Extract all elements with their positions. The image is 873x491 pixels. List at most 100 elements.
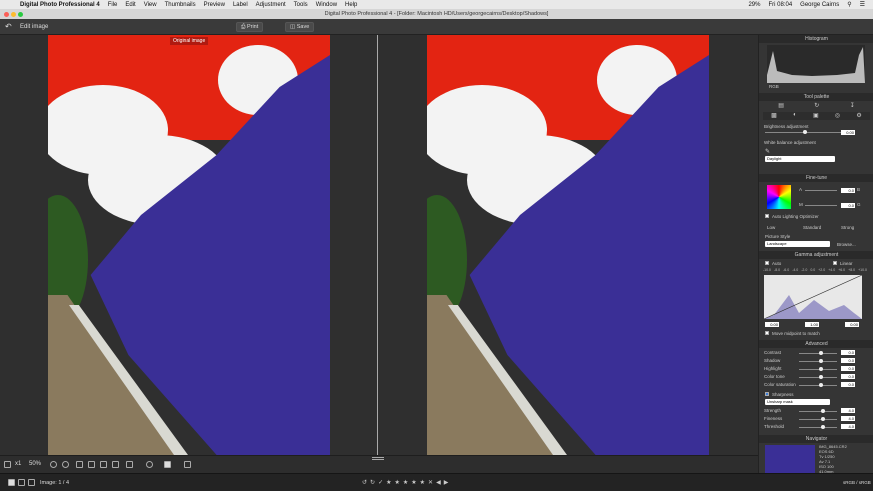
reject-icon[interactable]: ✕ xyxy=(428,479,433,486)
adv-row-knob[interactable] xyxy=(819,367,823,371)
sharp-row-knob[interactable] xyxy=(821,417,825,421)
single-view-icon[interactable] xyxy=(8,479,15,486)
eyedropper-icon[interactable]: ✎ xyxy=(765,148,770,155)
brightness-value[interactable]: 0.00 xyxy=(841,130,855,135)
menu-view[interactable]: View xyxy=(144,2,157,8)
adv-row-knob[interactable] xyxy=(819,351,823,355)
zoom-window-icon[interactable] xyxy=(18,12,23,17)
back-arrow-icon[interactable]: ↶ xyxy=(5,22,12,31)
color-wheel[interactable] xyxy=(767,185,791,209)
menu-list-icon[interactable]: ☰ xyxy=(860,1,865,8)
tool-palette-header[interactable]: Tool palette xyxy=(759,93,873,101)
zoom-out-icon[interactable] xyxy=(50,461,57,468)
adv-row-value[interactable]: 0.0 xyxy=(841,358,855,363)
histogram-channel[interactable]: RGB xyxy=(769,84,779,89)
sharp-row-knob[interactable] xyxy=(821,425,825,429)
brightness-knob[interactable] xyxy=(803,130,807,134)
x1-button[interactable]: x1 xyxy=(15,461,21,467)
histogram-header[interactable]: Histogram xyxy=(759,35,873,43)
clock[interactable]: Fri 08:04 xyxy=(768,2,792,8)
edited-image[interactable] xyxy=(427,35,709,455)
next-image-icon[interactable]: ▶ xyxy=(444,479,449,486)
rotate-left-icon[interactable]: ↺ xyxy=(362,479,367,486)
unsharp-select[interactable]: Unsharp mask xyxy=(765,399,830,405)
alo-standard[interactable]: Standard xyxy=(803,225,821,230)
adv-row-slider[interactable] xyxy=(799,385,837,386)
sync-icon[interactable] xyxy=(146,461,153,468)
adv-row-knob[interactable] xyxy=(819,359,823,363)
prev-image-icon[interactable]: ◀ xyxy=(436,479,441,486)
menu-tools[interactable]: Tools xyxy=(294,2,308,8)
tab-settings-icon[interactable]: ⚙ xyxy=(856,112,861,120)
minimize-window-icon[interactable] xyxy=(11,12,16,17)
original-image[interactable] xyxy=(48,35,330,455)
m-value[interactable]: 0.0 xyxy=(841,203,855,208)
zoom-select[interactable]: 50% xyxy=(29,461,41,467)
a-value[interactable]: 0.0 xyxy=(841,188,855,193)
gamma-auto-checkbox[interactable] xyxy=(765,261,769,265)
gamma-header[interactable]: Gamma adjustment xyxy=(759,251,873,259)
sharp-row-value[interactable]: 4.0 xyxy=(841,408,855,413)
panel-grip-icon[interactable] xyxy=(372,457,384,460)
sharp-row-value[interactable]: 4.0 xyxy=(841,416,855,421)
sharp-row-value[interactable]: 4.0 xyxy=(841,424,855,429)
tab-exposure-icon[interactable]: ▩ xyxy=(771,112,777,120)
view-mode-icon[interactable] xyxy=(126,461,133,468)
tab-tone-icon[interactable]: ◐ xyxy=(793,112,797,120)
adv-row-knob[interactable] xyxy=(819,383,823,387)
search-icon[interactable]: ⚲ xyxy=(847,1,851,8)
zoom-in-icon[interactable] xyxy=(62,461,69,468)
adv-row-slider[interactable] xyxy=(799,353,837,354)
gamma-linear-checkbox[interactable] xyxy=(833,261,837,265)
menu-window[interactable]: Window xyxy=(316,2,337,8)
gamma-high-value[interactable]: 0.00 xyxy=(845,322,859,327)
compare-icon[interactable] xyxy=(100,461,107,468)
menu-app[interactable]: Digital Photo Professional 4 xyxy=(20,2,100,8)
fullscreen-icon[interactable] xyxy=(4,461,11,468)
menu-preview[interactable]: Preview xyxy=(204,2,225,8)
sharp-row-knob[interactable] xyxy=(821,409,825,413)
menu-help[interactable]: Help xyxy=(345,2,357,8)
advanced-header[interactable]: Advanced xyxy=(759,340,873,348)
menu-file[interactable]: File xyxy=(108,2,118,8)
thumbnail-grid-icon[interactable] xyxy=(28,479,35,486)
fine-tune-header[interactable]: Fine-tune xyxy=(759,174,873,182)
alo-checkbox[interactable] xyxy=(765,214,769,218)
white-balance-select[interactable]: Daylight xyxy=(765,156,835,162)
m-slider[interactable] xyxy=(805,205,837,206)
tab-rotate-icon[interactable]: ↻ xyxy=(814,102,819,110)
browse-button[interactable]: Browse... xyxy=(837,242,856,247)
user-name[interactable]: George Cairns xyxy=(800,2,839,8)
gamma-low-value[interactable]: 0.00 xyxy=(765,322,779,327)
menu-adjustment[interactable]: Adjustment xyxy=(256,2,286,8)
tab-lens-icon[interactable]: ◎ xyxy=(835,112,840,120)
sharp-row-slider[interactable] xyxy=(799,411,837,412)
tab-crop-icon[interactable]: ▣ xyxy=(813,112,819,120)
adv-row-value[interactable]: 0.0 xyxy=(841,350,855,355)
check-mark-icon[interactable]: ✓ xyxy=(378,479,383,486)
alo-low[interactable]: Low xyxy=(767,225,775,230)
menu-thumbnails[interactable]: Thumbnails xyxy=(165,2,196,8)
rotate-right-icon[interactable]: ↻ xyxy=(370,479,375,486)
gamma-curve-graph[interactable] xyxy=(764,275,862,319)
star-2-icon[interactable]: ★ xyxy=(394,479,399,486)
a-slider[interactable] xyxy=(805,190,837,191)
adv-row-slider[interactable] xyxy=(799,377,837,378)
highlight-warning-icon[interactable] xyxy=(112,461,119,468)
filmstrip-icon[interactable] xyxy=(18,479,25,486)
menu-edit[interactable]: Edit xyxy=(125,2,135,8)
menu-label[interactable]: Label xyxy=(233,2,248,8)
volume-percent[interactable]: 29% xyxy=(748,2,760,8)
adv-row-slider[interactable] xyxy=(799,369,837,370)
star-4-icon[interactable]: ★ xyxy=(411,479,416,486)
star-5-icon[interactable]: ★ xyxy=(420,479,425,486)
print-button[interactable]: ⎙ Print xyxy=(236,22,264,32)
sharp-row-slider[interactable] xyxy=(799,419,837,420)
tab-export-icon[interactable]: ↧ xyxy=(850,102,855,110)
adv-row-slider[interactable] xyxy=(799,361,837,362)
adv-row-value[interactable]: 0.0 xyxy=(841,366,855,371)
grid-icon[interactable] xyxy=(76,461,83,468)
adv-row-value[interactable]: 0.0 xyxy=(841,374,855,379)
close-window-icon[interactable] xyxy=(4,12,9,17)
sharp-row-slider[interactable] xyxy=(799,427,837,428)
